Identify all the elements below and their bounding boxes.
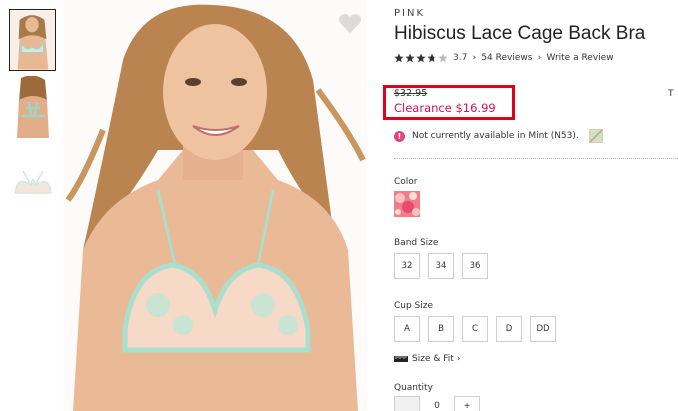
band-size-32[interactable]: 32 xyxy=(394,253,420,279)
rating-row: 3.7 › 54 Reviews › Write a Review xyxy=(394,51,614,65)
reviews-link[interactable]: 54 Reviews xyxy=(481,53,532,63)
quantity-label: Quantity xyxy=(394,383,433,393)
thumbnail-model-front-image xyxy=(10,10,55,70)
cup-size-d[interactable]: D xyxy=(496,316,522,342)
chevron-right-icon: › xyxy=(537,53,542,63)
chevron-right-icon: › xyxy=(456,354,461,364)
heart-icon[interactable] xyxy=(338,12,362,34)
availability-notice: ! Not currently available in Mint (N53). xyxy=(394,129,603,143)
quantity-stepper: 0 + xyxy=(394,396,480,411)
thumbnail-3[interactable] xyxy=(9,147,56,209)
quantity-increase-button[interactable]: + xyxy=(454,396,480,411)
star-icon xyxy=(405,53,415,63)
alert-icon: ! xyxy=(394,130,405,142)
size-fit-label: Size & Fit xyxy=(412,354,454,364)
ruler-icon xyxy=(394,356,408,362)
cup-size-a[interactable]: A xyxy=(394,316,420,342)
band-size-36[interactable]: 36 xyxy=(462,253,488,279)
original-price: $32.95 xyxy=(394,88,428,99)
color-label: Color xyxy=(394,177,418,187)
brand-name: PINK xyxy=(394,8,426,19)
chevron-right-icon: › xyxy=(472,53,477,63)
clearance-price: Clearance $16.99 xyxy=(394,101,496,115)
mint-swatch-unavailable[interactable] xyxy=(588,129,603,143)
quantity-decrease-button[interactable] xyxy=(394,396,420,411)
size-fit-link[interactable]: Size & Fit › xyxy=(394,354,460,364)
color-swatch-hibiscus[interactable] xyxy=(394,191,420,217)
star-icon xyxy=(394,53,404,63)
cup-size-b[interactable]: B xyxy=(428,316,454,342)
divider xyxy=(394,158,678,159)
star-icon xyxy=(416,53,426,63)
write-review-link[interactable]: Write a Review xyxy=(546,53,613,63)
main-product-image xyxy=(63,0,367,411)
cup-size-dd[interactable]: DD xyxy=(530,316,556,342)
quantity-value[interactable]: 0 xyxy=(420,396,454,411)
band-size-34[interactable]: 34 xyxy=(428,253,454,279)
cut-off-text: T xyxy=(668,89,674,99)
cup-size-options: A B C D DD xyxy=(394,316,556,342)
thumbnail-1[interactable] xyxy=(9,9,56,71)
star-empty-icon xyxy=(438,53,448,63)
thumbnail-2[interactable] xyxy=(9,76,56,138)
star-rating[interactable] xyxy=(394,53,448,63)
rating-value: 3.7 xyxy=(453,53,468,63)
thumbnail-model-back-image xyxy=(9,76,56,138)
thumbnail-flat-lay-image xyxy=(9,147,56,209)
star-half-icon xyxy=(427,53,437,63)
product-title: Hibiscus Lace Cage Back Bra xyxy=(394,23,646,44)
cup-size-c[interactable]: C xyxy=(462,316,488,342)
cup-size-label: Cup Size xyxy=(394,301,434,311)
availability-text: Not currently available in Mint (N53). xyxy=(412,131,579,141)
band-size-options: 32 34 36 xyxy=(394,253,488,279)
band-size-label: Band Size xyxy=(394,238,439,248)
